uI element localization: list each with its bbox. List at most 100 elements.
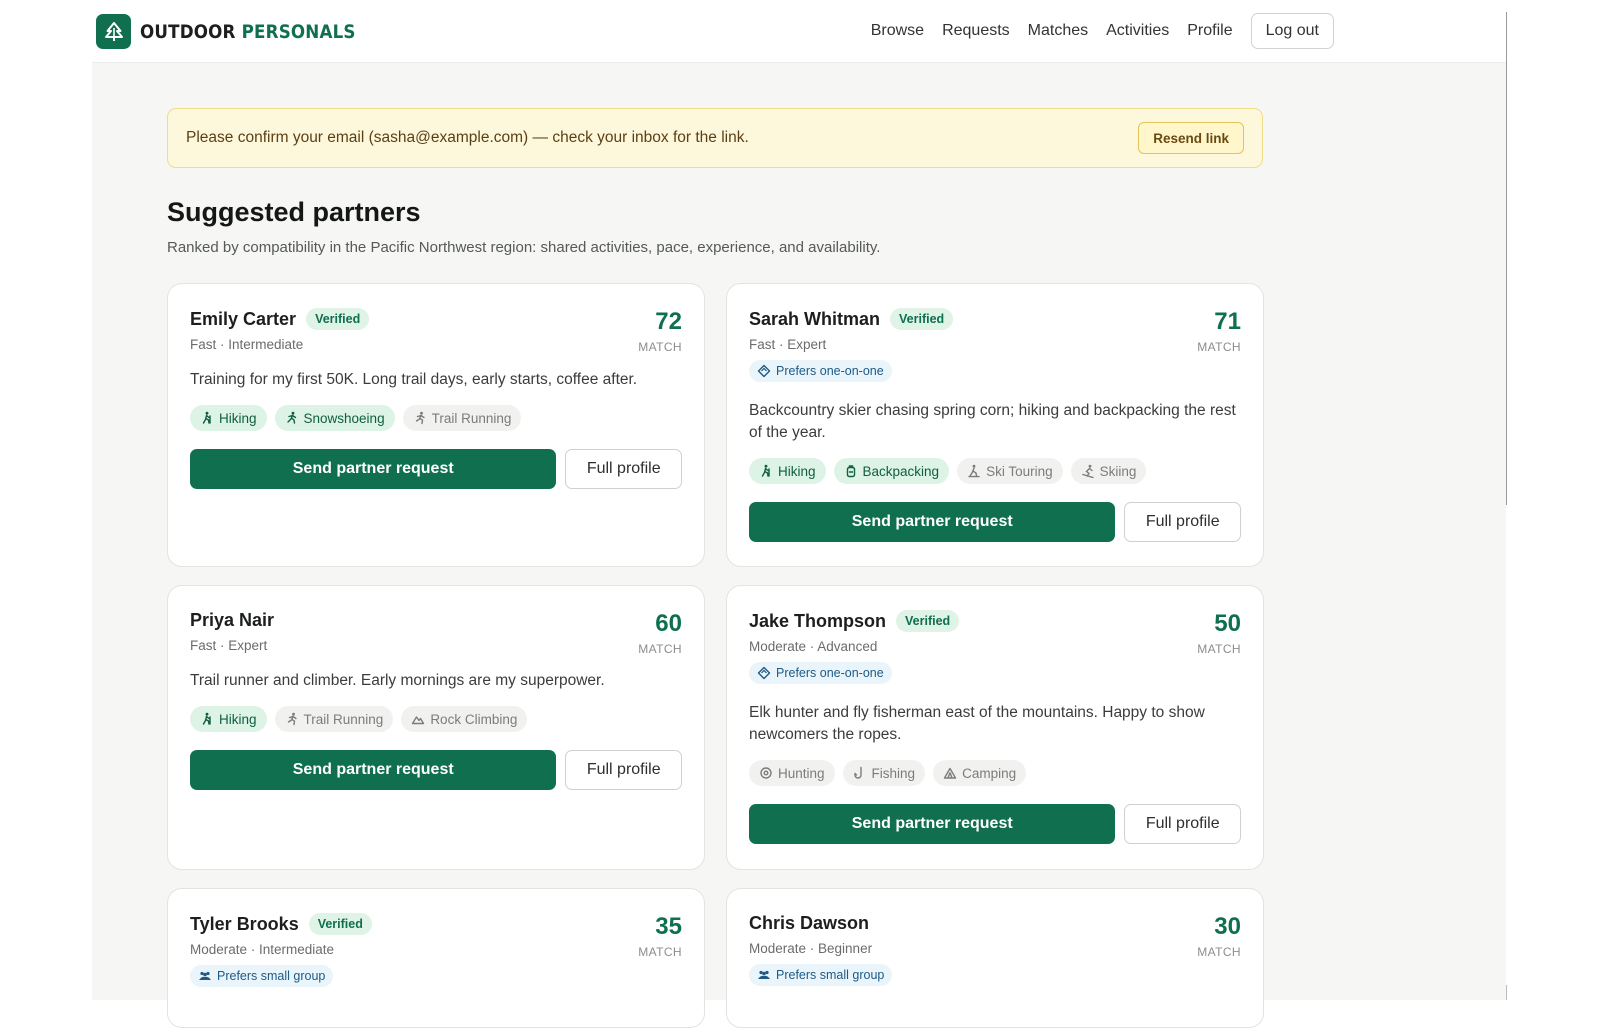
verified-badge: Verified (308, 913, 372, 935)
activity-tag-label: Skiing (1099, 463, 1137, 479)
activity-tag: Hiking (749, 458, 826, 484)
group-preference-badge: Prefers small group (749, 964, 893, 986)
name-row: Priya Nair (190, 610, 682, 631)
card-actions: Send partner request Full profile (749, 502, 1241, 542)
verified-badge: Verified (890, 308, 954, 330)
activity-tag-label: Backpacking (862, 463, 940, 479)
match-score-label: MATCH (638, 642, 682, 656)
ski-touring-icon (968, 464, 980, 478)
partner-card: Chris Dawson Moderate · Beginner 30 MATCH Pr… (726, 888, 1264, 1028)
full-profile-button[interactable]: Full profile (565, 750, 682, 790)
match-score: 30 MATCH (1197, 913, 1241, 959)
partner-bio: Trail runner and climber. Early mornings… (190, 672, 605, 689)
card-actions: Send partner request Full profile (190, 750, 682, 790)
partner-card: Priya Nair Fast · Expert 60 MATCH Trail runn… (167, 585, 705, 870)
partner-name[interactable]: Emily Carter (190, 309, 296, 330)
nav-requests[interactable]: Requests (942, 12, 1010, 50)
group-icon (199, 971, 211, 980)
brand-logo[interactable]: OUTDOOR PERSONALS (96, 14, 385, 49)
group-preference-badge: Prefers one-on-one (749, 662, 892, 684)
card-actions: Send partner request Full profile (190, 449, 682, 489)
partner-name[interactable]: Priya Nair (190, 610, 274, 631)
group-preference-label: Prefers small group (776, 968, 885, 982)
group-preference-label: Prefers one-on-one (776, 364, 884, 378)
card-header: Tyler Brooks Verified Moderate · Intermedi… (190, 913, 682, 988)
full-profile-button[interactable]: Full profile (1124, 502, 1241, 542)
partner-name[interactable]: Sarah Whitman (749, 309, 880, 330)
card-header: Jake Thompson Verified Moderate · Advanced… (749, 610, 1241, 685)
scrollbar-edge-bottom (1506, 985, 1507, 1000)
activity-tag: Hiking (190, 706, 267, 732)
fishhook-icon (853, 766, 862, 779)
partner-bio: Backcountry skier chasing spring corn; h… (749, 402, 1236, 441)
send-partner-request-button[interactable]: Send partner request (190, 750, 557, 790)
partner-name[interactable]: Chris Dawson (749, 913, 869, 934)
logout-button[interactable]: Log out (1250, 13, 1334, 49)
name-row: Chris Dawson (749, 913, 1241, 934)
match-score-value: 50 (1214, 610, 1241, 637)
activity-tags: Hiking Trail Running Rock Climbing (190, 706, 682, 732)
group-preference-label: Prefers one-on-one (776, 666, 884, 680)
group-preference-badge: Prefers small group (190, 965, 334, 987)
pace-experience: Moderate · Intermediate (190, 942, 335, 957)
brand-name-part2: PERSONALS (241, 20, 356, 43)
partner-card: Jake Thompson Verified Moderate · Advanced… (726, 585, 1264, 870)
card-header: Emily Carter Verified Fast · Intermediate 7… (190, 308, 682, 354)
send-partner-request-button[interactable]: Send partner request (749, 502, 1116, 542)
activity-tag-label: Ski Touring (986, 463, 1053, 479)
pace-experience: Moderate · Beginner (749, 941, 873, 956)
diamond-icon (757, 666, 771, 680)
match-score-value: 60 (655, 610, 682, 637)
send-partner-request-button[interactable]: Send partner request (190, 449, 557, 489)
pace-experience: Fast · Expert (749, 337, 827, 352)
card-header: Priya Nair Fast · Expert 60 MATCH (190, 610, 682, 656)
name-row: Tyler Brooks Verified (190, 913, 682, 935)
activity-tag: Hiking (190, 405, 267, 431)
activity-tag: Fishing (842, 760, 926, 786)
partner-bio: Elk hunter and fly fisherman east of the… (749, 704, 1205, 743)
group-icon (758, 970, 770, 979)
activity-tag-label: Snowshoeing (303, 410, 385, 426)
mountain-icon (412, 716, 425, 725)
nav-activities[interactable]: Activities (1106, 12, 1169, 50)
resend-link-button[interactable]: Resend link (1138, 122, 1244, 154)
activity-tag: Ski Touring (957, 458, 1063, 484)
partner-card: Tyler Brooks Verified Moderate · Intermedi… (167, 888, 705, 1028)
activity-tag-label: Hiking (219, 410, 257, 426)
page-title: Suggested partners (167, 197, 421, 227)
verified-badge: Verified (306, 308, 370, 330)
match-score-label: MATCH (638, 340, 682, 354)
match-score: 35 MATCH (638, 913, 682, 959)
full-profile-button[interactable]: Full profile (1124, 804, 1241, 844)
card-header: Chris Dawson Moderate · Beginner 30 MATCH Pr… (749, 913, 1241, 987)
activity-tags: Hiking Snowshoeing Trail Running (190, 405, 682, 431)
nav-matches[interactable]: Matches (1028, 12, 1088, 50)
scrollbar-edge (1506, 12, 1507, 505)
target-icon (760, 767, 772, 779)
pace-experience: Moderate · Advanced (749, 639, 878, 654)
diamond-icon (757, 364, 771, 378)
activity-tag: Trail Running (402, 405, 522, 431)
activity-tag: Camping (933, 760, 1027, 786)
activity-tag: Trail Running (274, 706, 394, 732)
activity-tags: Hiking Backpacking Ski Touring Skiing (749, 458, 1241, 484)
activity-tag-label: Hiking (778, 463, 816, 479)
hiker-icon (202, 712, 211, 725)
nav-browse[interactable]: Browse (871, 12, 924, 50)
full-profile-button[interactable]: Full profile (565, 449, 682, 489)
activity-tag: Rock Climbing (401, 706, 528, 732)
activity-tag: Snowshoeing (274, 405, 395, 431)
banner-message: Please confirm your email (sasha@example… (186, 129, 749, 146)
partner-card: Sarah Whitman Verified Fast · Expert 71 MATC… (726, 283, 1264, 567)
tree-logo-icon (96, 14, 131, 49)
match-score: 72 MATCH (638, 308, 682, 354)
send-partner-request-button[interactable]: Send partner request (749, 804, 1116, 844)
group-preference-badge: Prefers one-on-one (749, 360, 892, 382)
nav-profile[interactable]: Profile (1187, 12, 1232, 50)
page-subtitle: Ranked by compatibility in the Pacific N… (167, 239, 881, 256)
match-score: 50 MATCH (1197, 610, 1241, 656)
hiker-icon (202, 411, 211, 424)
activity-tag-label: Camping (962, 765, 1017, 781)
partner-name[interactable]: Jake Thompson (749, 611, 886, 632)
partner-name[interactable]: Tyler Brooks (190, 914, 299, 935)
